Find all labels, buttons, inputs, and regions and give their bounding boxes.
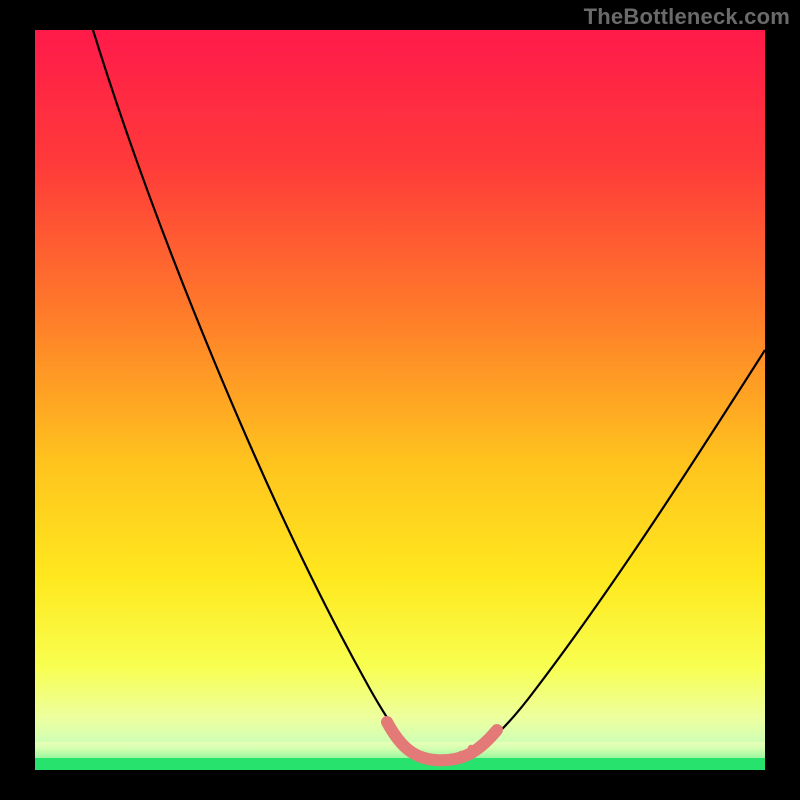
plot-area <box>35 30 765 770</box>
chart-frame: TheBottleneck.com <box>0 0 800 800</box>
watermark-text: TheBottleneck.com <box>584 4 790 30</box>
curve-path <box>93 30 765 760</box>
curve-highlight <box>387 722 497 760</box>
bottleneck-curve <box>35 30 765 770</box>
